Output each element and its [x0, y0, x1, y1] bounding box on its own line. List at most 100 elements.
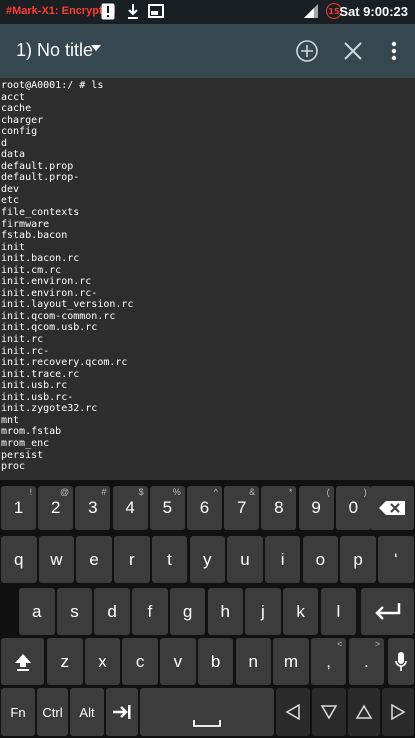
key-number[interactable]: 4 $: [112, 486, 148, 530]
mic-icon: [395, 651, 407, 671]
key-sublabel: ): [363, 487, 367, 497]
backspace-icon: [379, 501, 405, 515]
dropdown-arrow-icon[interactable]: [91, 45, 101, 51]
key-letter[interactable]: z: [47, 638, 83, 685]
key-label: e: [89, 549, 99, 569]
key-sublabel: #: [101, 487, 107, 497]
key-letter[interactable]: d: [94, 588, 130, 635]
close-icon[interactable]: [338, 36, 368, 66]
key-letter[interactable]: f: [132, 588, 168, 635]
key-label: 1: [13, 498, 24, 517]
overflow-menu-icon[interactable]: [379, 36, 409, 66]
key-letter[interactable]: . >: [348, 638, 385, 685]
terminal-line: firmware: [1, 218, 50, 230]
terminal-line: config: [1, 126, 38, 138]
key-label: j: [261, 601, 265, 621]
enter-key[interactable]: [361, 588, 414, 635]
key-letter[interactable]: s: [56, 588, 93, 635]
key-number[interactable]: 7 &: [224, 486, 260, 530]
download-icon: [126, 3, 140, 23]
arrow-up-key[interactable]: [348, 688, 380, 736]
key-label: 9: [311, 498, 321, 517]
terminal-line: proc: [1, 461, 26, 473]
terminal-line: init.cm.rc: [1, 264, 62, 276]
terminal-line: acct: [1, 91, 26, 103]
key-number[interactable]: 6 ^: [187, 486, 222, 530]
key-letter[interactable]: i: [264, 536, 301, 583]
key-letter[interactable]: o: [302, 536, 339, 583]
key-letter[interactable]: b: [197, 638, 234, 685]
session-title[interactable]: 1) No title: [16, 40, 93, 61]
ctrl-key[interactable]: Ctrl: [37, 688, 68, 736]
terminal-line: init.rc-: [1, 345, 50, 357]
terminal-line: init.environ.rc-: [1, 287, 98, 299]
key-number[interactable]: 3 #: [75, 486, 111, 530]
key-letter[interactable]: v: [160, 638, 196, 685]
key-sublabel: $: [138, 487, 144, 497]
key-label: l: [336, 601, 341, 621]
space-key[interactable]: [140, 688, 274, 736]
notification-count: 15: [328, 6, 340, 16]
fn-key[interactable]: Fn: [1, 688, 35, 736]
key-sublabel: !: [29, 487, 32, 497]
plus-circle-icon[interactable]: [292, 36, 322, 66]
terminal-line: dev: [1, 183, 20, 195]
key-letter[interactable]: a: [19, 588, 55, 635]
key-letter[interactable]: e: [76, 536, 112, 583]
key-letter[interactable]: c: [122, 638, 158, 685]
key-letter[interactable]: l: [320, 588, 357, 635]
backspace-key[interactable]: [370, 486, 414, 530]
tab-key[interactable]: [106, 688, 138, 736]
terminal-line: etc: [1, 195, 20, 207]
key-label: r: [129, 549, 135, 569]
key-label: 8: [274, 498, 284, 517]
key-letter[interactable]: m: [273, 638, 309, 685]
key-number[interactable]: 0): [335, 486, 371, 530]
key-letter[interactable]: y: [189, 536, 225, 583]
key-letter[interactable]: k: [282, 588, 319, 635]
terminal-line: init: [1, 241, 26, 253]
alert-icon: [101, 3, 115, 23]
key-letter[interactable]: n: [235, 638, 271, 685]
key-label: d: [107, 601, 117, 621]
key-letter[interactable]: , <: [310, 638, 347, 685]
key-letter[interactable]: q: [1, 536, 37, 583]
key-letter[interactable]: u: [227, 536, 263, 583]
key-sublabel: %: [172, 487, 181, 497]
alt-key[interactable]: Alt: [70, 688, 104, 736]
terminal-line: cache: [1, 103, 32, 115]
key-number[interactable]: 5%: [149, 486, 185, 530]
key-number[interactable]: 1!: [1, 486, 36, 530]
key-letter[interactable]: h: [207, 588, 243, 635]
shift-key[interactable]: [1, 638, 44, 685]
terminal-line: default.prop: [1, 160, 74, 172]
key-letter[interactable]: r: [114, 536, 150, 583]
key-number[interactable]: 8 *: [261, 486, 297, 530]
key-letter[interactable]: w: [38, 536, 75, 583]
key-letter[interactable]: p: [340, 536, 376, 583]
arrow-left-key[interactable]: [276, 688, 310, 736]
key-label: o: [315, 549, 326, 569]
arrow-up-icon: [355, 704, 373, 719]
arrow-down-key[interactable]: [312, 688, 346, 736]
key-letter[interactable]: j: [245, 588, 281, 635]
terminal-output[interactable]: root@A0001:/ # ls acct cache charger config d…: [0, 78, 415, 480]
key-number[interactable]: 2 @: [38, 486, 74, 530]
key-number[interactable]: 9(: [298, 486, 334, 530]
key-label: 3: [88, 498, 98, 517]
terminal-line: init.qcom-common.rc: [1, 310, 116, 322]
terminal-line: default.prop-: [1, 172, 80, 184]
key-label: x: [98, 651, 107, 671]
key-sublabel: &: [249, 487, 256, 497]
key-sublabel: ^: [213, 487, 218, 497]
arrow-right-key[interactable]: [382, 688, 414, 736]
key-letter[interactable]: ': [378, 536, 414, 583]
key-letter[interactable]: x: [84, 638, 121, 685]
key-label: ': [394, 549, 398, 569]
terminal-line: init.recovery.qcom.rc: [1, 357, 128, 369]
key-label: b: [210, 651, 221, 671]
key-letter[interactable]: t: [151, 536, 188, 583]
key-label: i: [280, 549, 285, 569]
mic-key[interactable]: [388, 638, 414, 685]
key-letter[interactable]: g: [169, 588, 206, 635]
